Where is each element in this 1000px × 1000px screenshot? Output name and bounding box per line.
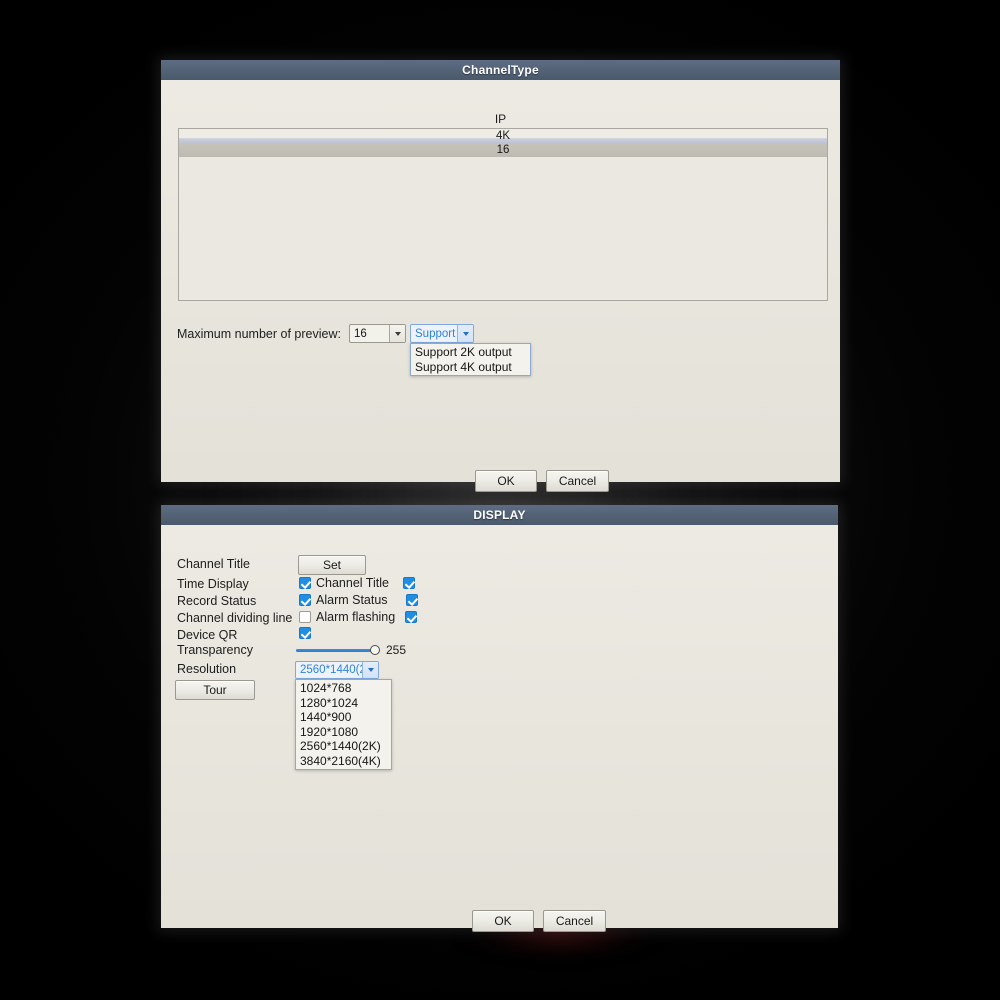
transparency-slider[interactable] <box>296 643 380 657</box>
resolution-option-1280x1024[interactable]: 1280*1024 <box>296 696 391 711</box>
channel-type-titlebar: ChannelType <box>161 60 840 80</box>
channel-dividing-line-checkbox[interactable] <box>299 611 311 623</box>
support-output-combo-value: Support <box>415 327 456 340</box>
display-body: Channel Title Set Time Display Channel T… <box>161 525 838 932</box>
channel-type-body: IP 4K 16 Maximum number of preview: 16 S… <box>161 80 840 492</box>
record-status-checkbox-group[interactable]: Alarm Status <box>299 593 418 607</box>
channel-dividing-line-label: Channel dividing line <box>177 611 293 625</box>
channel-type-list-header: IP <box>494 112 507 126</box>
resolution-dropdown[interactable]: 1024*768 1280*1024 1440*900 1920*1080 25… <box>295 679 392 770</box>
channel-type-listbox[interactable]: 4K 16 <box>178 128 828 301</box>
channel-type-row-4k[interactable]: 4K <box>179 129 827 143</box>
channel-title-set-button[interactable]: Set <box>298 555 366 575</box>
resolution-label: Resolution <box>177 662 237 676</box>
channel-title-checkbox[interactable] <box>402 577 415 589</box>
support-output-option-2k[interactable]: Support 2K output <box>411 345 530 360</box>
channel-type-cancel-button[interactable]: Cancel <box>546 470 609 492</box>
alarm-flashing-checkbox[interactable] <box>405 611 418 623</box>
channel-type-row-16[interactable]: 16 <box>179 143 827 157</box>
channel-type-dialog: ChannelType IP 4K 16 Maximum number of p… <box>161 60 840 492</box>
device-qr-checkbox-group[interactable] <box>299 627 311 639</box>
tour-button[interactable]: Tour <box>175 680 255 700</box>
max-preview-label: Maximum number of preview: <box>177 327 341 341</box>
resolution-combo-value: 2560*1440(2 <box>300 664 362 676</box>
record-status-checkbox[interactable] <box>299 594 311 606</box>
record-status-label: Record Status <box>177 594 257 608</box>
chevron-down-icon[interactable] <box>457 325 473 342</box>
transparency-slider-track <box>296 648 371 652</box>
device-qr-checkbox[interactable] <box>299 627 311 639</box>
resolution-option-1024x768[interactable]: 1024*768 <box>296 681 391 696</box>
channel-title-label: Channel Title <box>177 557 250 571</box>
channel-type-ok-button[interactable]: OK <box>475 470 537 492</box>
chevron-down-icon[interactable] <box>362 662 378 678</box>
resolution-combo[interactable]: 2560*1440(2 <box>295 661 379 679</box>
display-cancel-button[interactable]: Cancel <box>543 910 606 932</box>
support-output-option-4k[interactable]: Support 4K output <box>411 360 530 375</box>
channel-dividing-line-checkbox-group[interactable]: Alarm flashing <box>299 610 418 624</box>
time-display-checkbox-group[interactable]: Channel Title <box>299 576 415 590</box>
resolution-option-1920x1080[interactable]: 1920*1080 <box>296 725 391 740</box>
resolution-option-3840x2160[interactable]: 3840*2160(4K) <box>296 754 391 769</box>
time-display-checkbox[interactable] <box>299 577 311 589</box>
time-display-right-label: Channel Title <box>316 576 389 590</box>
display-titlebar: DISPLAY <box>161 505 838 525</box>
resolution-option-2560x1440[interactable]: 2560*1440(2K) <box>296 739 391 754</box>
display-ok-button[interactable]: OK <box>472 910 534 932</box>
alarm-status-checkbox[interactable] <box>405 594 418 606</box>
display-dialog: DISPLAY Channel Title Set Time Display C… <box>161 505 838 932</box>
transparency-value: 255 <box>386 643 407 657</box>
support-output-dropdown[interactable]: Support 2K output Support 4K output <box>410 343 531 376</box>
alarm-flashing-label: Alarm flashing <box>316 610 396 624</box>
transparency-label: Transparency <box>177 643 253 657</box>
resolution-option-1440x900[interactable]: 1440*900 <box>296 710 391 725</box>
time-display-label: Time Display <box>177 577 249 591</box>
max-preview-combo-value: 16 <box>354 327 367 340</box>
device-qr-label: Device QR <box>177 628 238 642</box>
chevron-down-icon[interactable] <box>389 325 405 342</box>
alarm-status-label: Alarm Status <box>316 593 388 607</box>
support-output-combo[interactable]: Support <box>410 324 474 343</box>
max-preview-combo[interactable]: 16 <box>349 324 406 343</box>
transparency-slider-knob[interactable] <box>370 645 380 655</box>
